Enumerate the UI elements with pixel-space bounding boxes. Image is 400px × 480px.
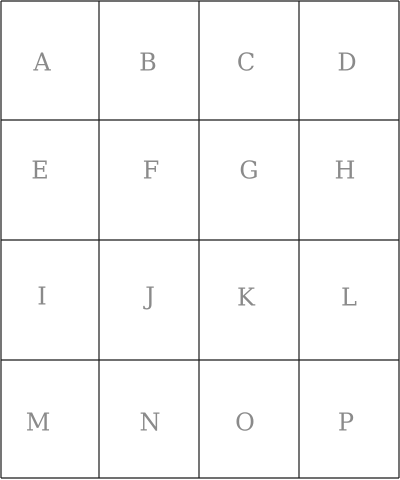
cell-label-d: D xyxy=(337,49,356,77)
cell-label-n: N xyxy=(140,409,161,437)
cell-label-f: F xyxy=(143,157,160,185)
cell-label-i: I xyxy=(37,283,46,311)
cell-label-j: J xyxy=(142,283,155,311)
cell-label-k: K xyxy=(237,284,256,312)
grid-labels: A B C D E F G H I J K L M N O P xyxy=(26,49,357,437)
cell-label-b: B xyxy=(139,49,157,77)
letter-grid: A B C D E F G H I J K L M N O P xyxy=(0,0,400,480)
letter-grid-canvas: A B C D E F G H I J K L M N O P xyxy=(0,0,400,479)
cell-label-c: C xyxy=(237,49,255,77)
cell-label-l: L xyxy=(341,284,357,312)
cell-label-p: P xyxy=(338,409,354,437)
cell-label-g: G xyxy=(239,157,258,185)
cell-label-h: H xyxy=(335,157,356,185)
cell-label-e: E xyxy=(31,157,49,185)
cell-label-m: M xyxy=(26,409,51,437)
cell-label-a: A xyxy=(32,49,51,77)
cell-label-o: O xyxy=(235,409,255,437)
